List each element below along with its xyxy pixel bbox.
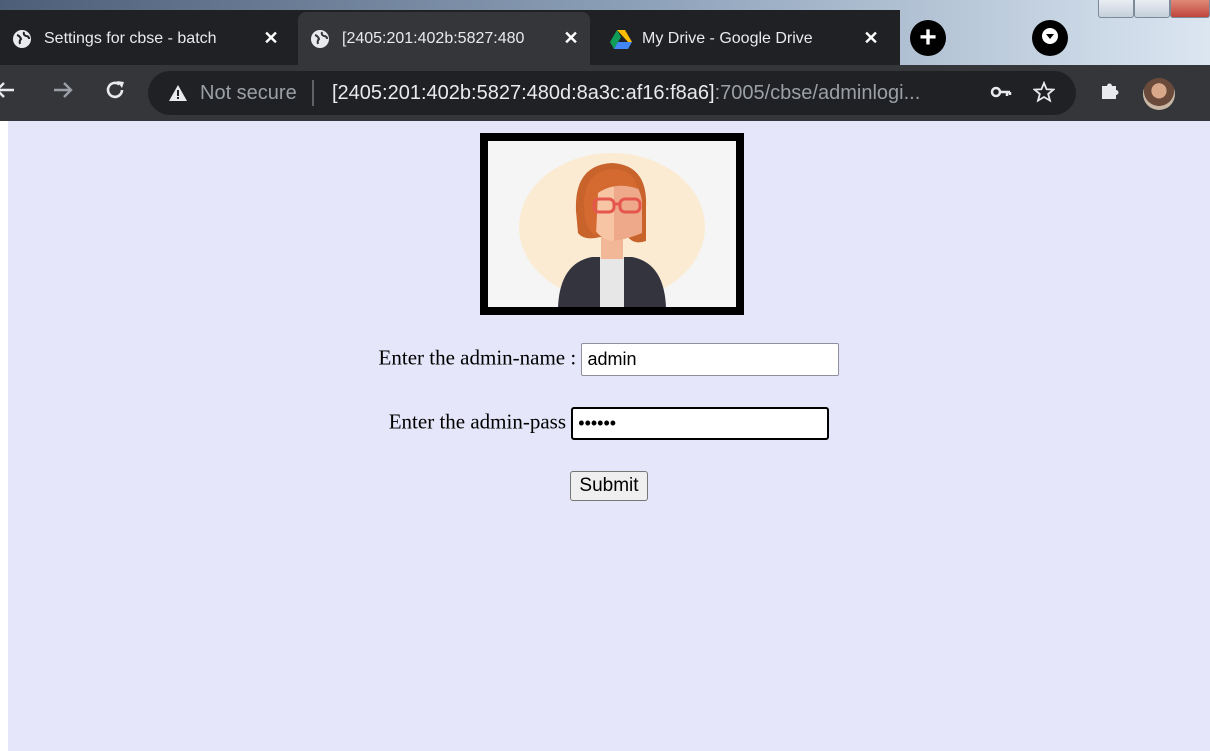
- url-path: :7005/cbse/adminlogi...: [714, 82, 921, 104]
- close-tab-icon[interactable]: ✕: [260, 28, 282, 49]
- admin-pass-input[interactable]: [571, 407, 830, 440]
- url-text[interactable]: [2405:201:402b:5827:480d:8a3c:af16:f8a6]…: [332, 82, 920, 105]
- puzzle-icon[interactable]: [1098, 78, 1122, 107]
- chevron-down-icon: [1041, 27, 1059, 50]
- profile-avatar[interactable]: [1143, 78, 1175, 110]
- url-host: [2405:201:402b:5827:480d:8a3c:af16:f8a6]: [332, 82, 715, 104]
- reload-icon[interactable]: [104, 79, 126, 108]
- browser-toolbar: Not secure [2405:201:402b:5827:480d:8a3c…: [0, 65, 1210, 121]
- admin-name-row: Enter the admin-name :: [8, 343, 1210, 376]
- tab-title: My Drive - Google Drive: [642, 29, 813, 47]
- tab-title: [2405:201:402b:5827:480: [342, 29, 525, 47]
- forward-arrow-icon[interactable]: [52, 79, 74, 108]
- minimize-button[interactable]: [1098, 0, 1134, 18]
- tab-title: Settings for cbse - batch: [44, 29, 217, 47]
- security-label[interactable]: Not secure: [200, 82, 297, 105]
- admin-name-label: Enter the admin-name :: [378, 345, 577, 370]
- new-tab-button[interactable]: +: [910, 20, 946, 56]
- admin-name-input[interactable]: [581, 343, 840, 376]
- close-window-button[interactable]: [1170, 0, 1210, 18]
- tab-admin-login[interactable]: [2405:201:402b:5827:480 ✕: [298, 12, 590, 65]
- tab-settings[interactable]: Settings for cbse - batch ✕: [0, 12, 290, 65]
- submit-button[interactable]: Submit: [570, 471, 648, 501]
- address-bar[interactable]: Not secure [2405:201:402b:5827:480d:8a3c…: [148, 71, 1076, 115]
- close-tab-icon[interactable]: ✕: [860, 28, 882, 49]
- key-icon[interactable]: [990, 81, 1012, 109]
- address-divider: [312, 80, 314, 106]
- admin-pass-row: Enter the admin-pass: [8, 407, 1210, 440]
- back-arrow-icon[interactable]: [0, 79, 16, 108]
- maximize-button[interactable]: [1134, 0, 1170, 18]
- google-drive-icon: [610, 29, 632, 49]
- admin-login-page: Enter the admin-name : Enter the admin-p…: [8, 121, 1210, 751]
- page-left-edge: [0, 121, 8, 751]
- star-icon[interactable]: [1032, 80, 1056, 109]
- admin-avatar-image: [480, 133, 744, 315]
- admin-pass-label: Enter the admin-pass: [388, 409, 567, 434]
- globe-icon: [310, 29, 330, 49]
- tab-google-drive[interactable]: My Drive - Google Drive ✕: [598, 12, 890, 65]
- window-controls: [1098, 0, 1210, 18]
- close-tab-icon[interactable]: ✕: [560, 28, 582, 49]
- submit-row: Submit: [8, 471, 1210, 501]
- tab-search-button[interactable]: [1032, 20, 1068, 56]
- warning-icon[interactable]: [168, 84, 188, 107]
- globe-icon: [12, 29, 32, 49]
